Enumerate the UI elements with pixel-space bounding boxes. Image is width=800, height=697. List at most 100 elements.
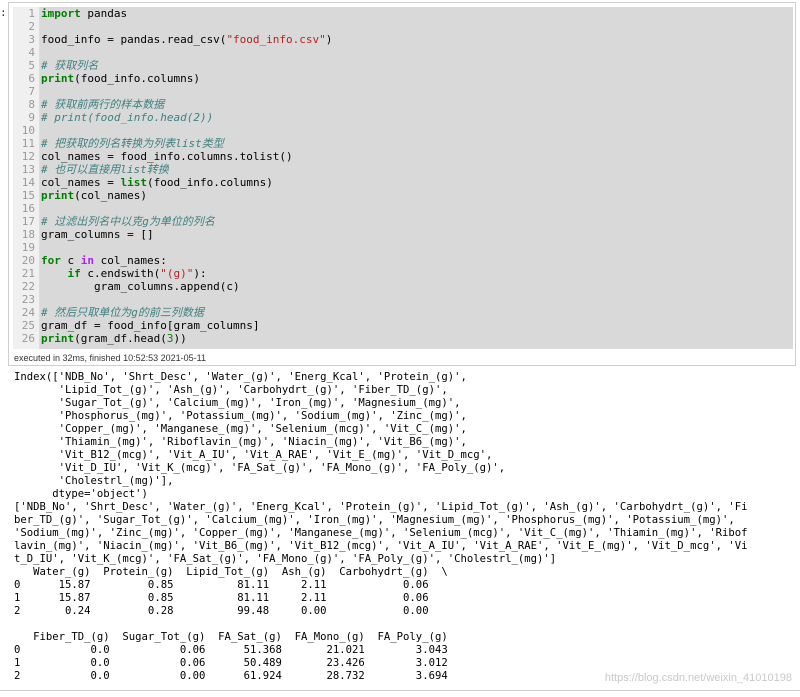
output-line: dtype='object') <box>14 488 148 500</box>
code-token: gram_columns = [] <box>41 228 154 241</box>
line-number: 20 <box>21 254 35 267</box>
code-line: # 把获取的列名转换为列表list类型 <box>41 137 224 150</box>
code-line: col_names = food_info.columns.tolist() <box>41 150 293 163</box>
code-token: print <box>41 189 75 202</box>
code-token: # print(food_info.head(2)) <box>41 111 214 124</box>
code-line: gram_df = food_info[gram_columns] <box>41 319 260 332</box>
code-token: (food_info.columns) <box>146 176 273 189</box>
code-token: for <box>41 254 61 267</box>
code-token: c.endswith( <box>80 267 161 280</box>
code-token: col_names = <box>41 176 121 189</box>
code-cell[interactable]: 1 2 3 4 5 6 7 8 9 10 11 12 13 14 15 16 17 18 19 20 21 22 23 24 2… <box>8 2 796 366</box>
code-line: # 也可以直接用list转换 <box>41 163 169 176</box>
code-token: ): <box>193 267 207 280</box>
code-line: gram_columns = [] <box>41 228 154 241</box>
code-token: col_names: <box>94 254 167 267</box>
output-line: 2 0.0 0.00 61.924 28.732 3.694 <box>14 670 448 682</box>
code-line: gram_columns.append(c) <box>41 280 240 293</box>
output-line: ['NDB_No', 'Shrt_Desc', 'Water_(g)', 'En… <box>14 501 748 513</box>
line-number: 5 <box>28 59 35 72</box>
code-token: col_names = food_info.columns.tolist() <box>41 150 293 163</box>
line-number: 12 <box>21 150 35 163</box>
line-number: 16 <box>21 202 35 215</box>
line-number: 26 <box>21 332 35 345</box>
output-line: Index(['NDB_No', 'Shrt_Desc', 'Water_(g)… <box>14 371 467 383</box>
line-number: 15 <box>21 189 35 202</box>
output-line: 2 0.24 0.28 99.48 0.00 0.00 <box>14 605 429 617</box>
code-token: # 获取列名 <box>41 59 99 72</box>
code-token: c <box>60 254 81 267</box>
code-line: # print(food_info.head(2)) <box>41 111 213 124</box>
code-token: (gram_df.head( <box>74 332 167 345</box>
input-prompt: : <box>0 6 7 19</box>
code-token: ) <box>325 33 333 46</box>
code-token: food_info = pandas.read_csv( <box>41 33 227 46</box>
output-line: 'Sugar_Tot_(g)', 'Calcium_(mg)', 'Iron_(… <box>14 397 461 409</box>
line-number: 8 <box>28 98 35 111</box>
code-token: )) <box>173 332 187 345</box>
code-token: gram_columns.append(c) <box>41 280 240 293</box>
code-token: # 获取前两行的样本数据 <box>41 98 165 111</box>
code-token: list <box>120 176 147 189</box>
code-token: "(g)" <box>160 267 194 280</box>
code-line: print(col_names) <box>41 189 147 202</box>
line-number: 19 <box>21 241 35 254</box>
output-line: ber_TD_(g)', 'Sugar_Tot_(g)', 'Calcium_(… <box>14 514 735 526</box>
code-line: # 获取前两行的样本数据 <box>41 98 164 111</box>
execution-info: executed in 32ms, finished 10:52:53 2021… <box>14 353 206 363</box>
code-token: "food_info.csv" <box>226 33 326 46</box>
code-token: (col_names) <box>74 189 147 202</box>
code-line: print(food_info.columns) <box>41 72 200 85</box>
line-number: 13 <box>21 163 35 176</box>
line-number: 11 <box>21 137 35 150</box>
output-line: 'Vit_D_IU', 'Vit_K_(mcg)', 'FA_Sat_(g)',… <box>14 462 506 474</box>
output-line: 1 0.0 0.06 50.489 23.426 3.012 <box>14 657 448 669</box>
output-line: 'Cholestrl_(mg)'], <box>14 475 174 487</box>
watermark: https://blog.csdn.net/weixin_41010198 <box>604 672 792 684</box>
line-number: 9 <box>28 111 35 124</box>
line-number: 10 <box>21 124 35 137</box>
output-line: Fiber_TD_(g) Sugar_Tot_(g) FA_Sat_(g) FA… <box>14 631 448 643</box>
line-number: 21 <box>21 267 35 280</box>
code-line: # 获取列名 <box>41 59 98 72</box>
line-number: 23 <box>21 293 35 306</box>
code-token: # 把获取的列名转换为列表list类型 <box>41 137 224 150</box>
output-line: 'Lipid_Tot_(g)', 'Ash_(g)', 'Carbohydrt_… <box>14 384 448 396</box>
code-line: for c in col_names: <box>41 254 167 267</box>
code-token: print <box>41 332 75 345</box>
code-token: # 然后只取单位为g的前三列数据 <box>41 306 204 319</box>
output-line: 'Sodium_(mg)', 'Zinc_(mg)', 'Copper_(mg)… <box>14 527 748 539</box>
code-line: # 然后只取单位为g的前三列数据 <box>41 306 204 319</box>
line-number: 18 <box>21 228 35 241</box>
code-token: print <box>41 72 75 85</box>
output-line: lavin_(mg)', 'Niacin_(mg)', 'Vit_B6_(mg)… <box>14 540 748 552</box>
line-number: 22 <box>21 280 35 293</box>
output-line: Water_(g) Protein_(g) Lipid_Tot_(g) Ash_… <box>14 566 448 578</box>
line-number: 24 <box>21 306 35 319</box>
code-line: food_info = pandas.read_csv("food_info.c… <box>41 33 332 46</box>
line-number: 2 <box>28 20 35 33</box>
code-editor[interactable]: 1 2 3 4 5 6 7 8 9 10 11 12 13 14 15 16 17 18 19 20 21 22 23 24 2… <box>13 7 793 349</box>
line-number: 4 <box>28 46 35 59</box>
output-line: 'Thiamin_(mg)', 'Riboflavin_(mg)', 'Niac… <box>14 436 467 448</box>
line-number-gutter: 1 2 3 4 5 6 7 8 9 10 11 12 13 14 15 16 17 18 19 20 21 22 23 24 2… <box>13 7 40 349</box>
line-number: 7 <box>28 85 35 98</box>
line-number: 17 <box>21 215 35 228</box>
output-line: 'Phosphorus_(mg)', 'Potassium_(mg)', 'So… <box>14 410 467 422</box>
line-number: 3 <box>28 33 35 46</box>
output-line: t_D_IU', 'Vit_K_(mcg)', 'FA_Sat_(g)', 'F… <box>14 553 557 565</box>
code-token: in <box>80 254 94 267</box>
output-line: 0 15.87 0.85 81.11 2.11 0.06 <box>14 579 429 591</box>
code-token: if <box>67 267 81 280</box>
line-number: 1 <box>28 7 35 20</box>
code-token: pandas <box>80 7 128 20</box>
code-line: if c.endswith("(g)"): <box>41 267 207 280</box>
output-line: 'Vit_B12_(mcg)', 'Vit_A_IU', 'Vit_A_RAE'… <box>14 449 493 461</box>
code-line: # 过滤出列名中以克g为单位的列名 <box>41 215 215 228</box>
cell-divider <box>0 690 800 691</box>
code-token: import <box>41 7 81 20</box>
output-line: 'Copper_(mg)', 'Manganese_(mg)', 'Seleni… <box>14 423 467 435</box>
code-token: (food_info.columns) <box>74 72 200 85</box>
code-line: print(gram_df.head(3)) <box>41 332 187 345</box>
